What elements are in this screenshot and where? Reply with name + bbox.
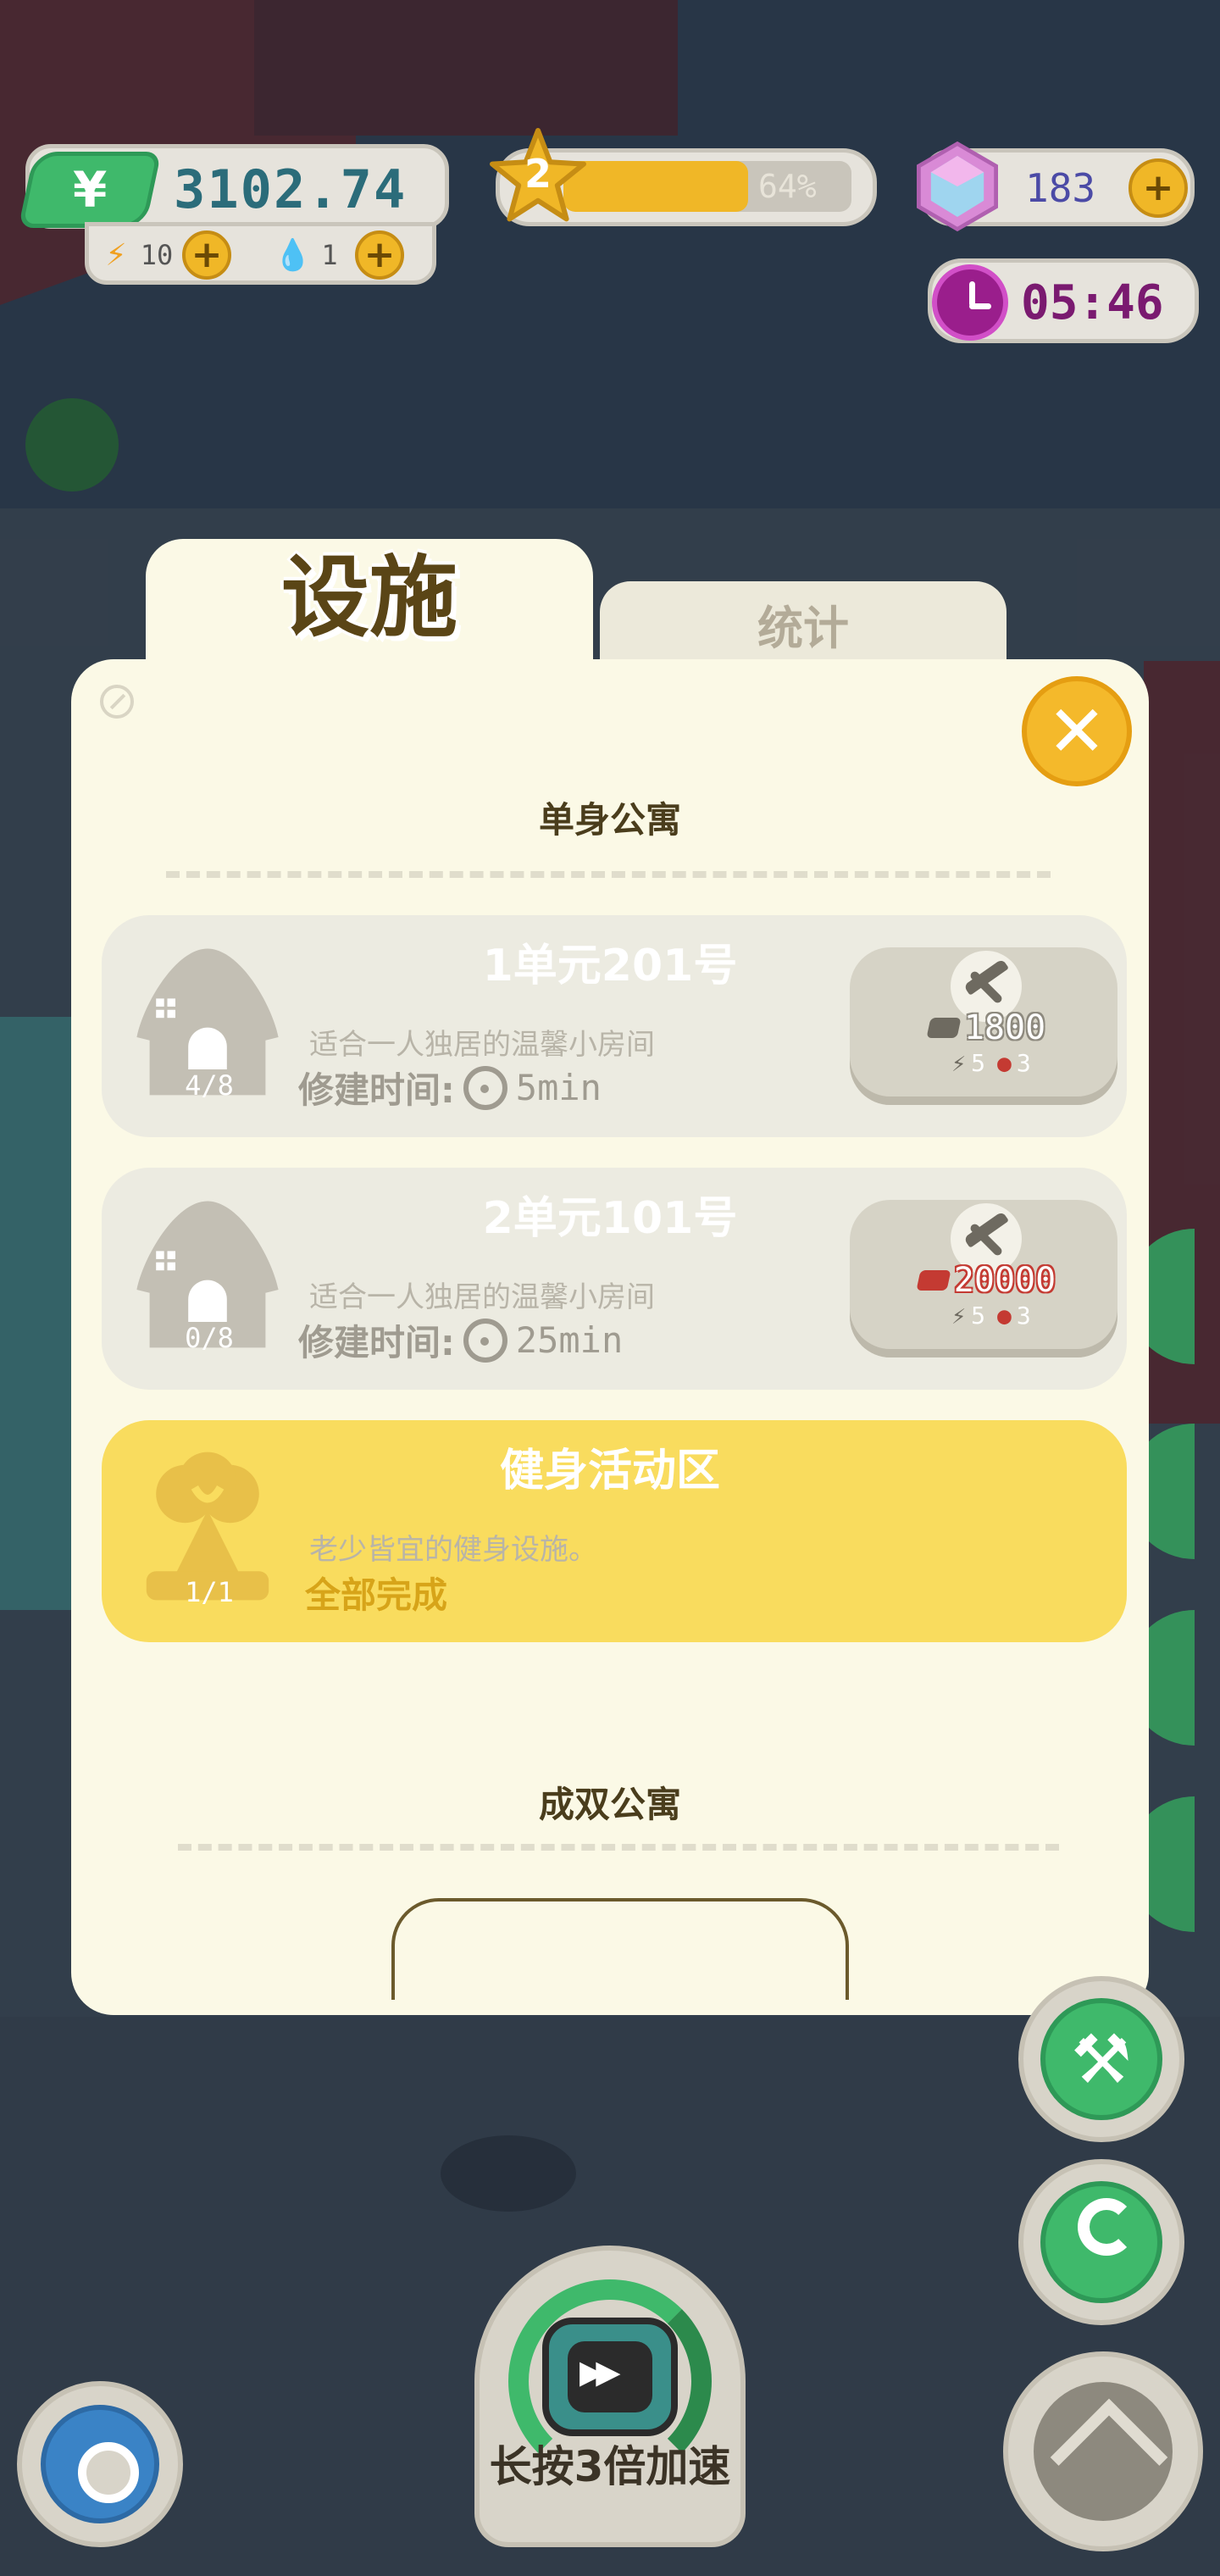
water-cost: 3 [1016, 1302, 1031, 1330]
house-count: 4/8 [185, 1069, 234, 1102]
timer-icon [463, 1318, 507, 1363]
build-cost-value: 1800 [963, 1008, 1046, 1047]
build-time: 修建时间: 25min [298, 1314, 623, 1366]
speed-up-label: 长按3倍加速 [489, 2442, 731, 2491]
card-description: 适合一人独居的温馨小房间 [309, 1280, 655, 1314]
gem-value: 183 [1025, 165, 1096, 211]
build-time-label: 修建时间: [298, 1322, 455, 1363]
build-cost: 20000 [915, 1261, 1059, 1300]
section-title: 成双公寓 [538, 1784, 681, 1825]
drop-icon: ● [997, 1049, 1012, 1077]
gem-icon [917, 141, 998, 232]
yuan-icon: ¥ [18, 152, 162, 228]
timer-value: 05:46 [1021, 275, 1164, 330]
close-button[interactable]: ✕ [1022, 676, 1132, 786]
bolt-icon: ⚡ [951, 1302, 967, 1330]
location-c-icon [1078, 2198, 1135, 2256]
clock-icon [932, 264, 1008, 341]
tab-facilities-label: 设施 [280, 545, 458, 649]
build-cost-value: 20000 [953, 1261, 1056, 1300]
card-title: 健身活动区 [499, 1446, 720, 1496]
coin-location-button[interactable] [1018, 2159, 1184, 2325]
build-cost: 1800 [915, 1008, 1059, 1047]
tab-statistics[interactable]: 统计 [600, 581, 1006, 666]
build-time: 修建时间: 5min [298, 1062, 602, 1113]
home-icon [1034, 2382, 1173, 2521]
close-icon: ✕ [1046, 690, 1107, 773]
energy-cost: 5 [971, 1302, 985, 1330]
settings-button[interactable] [17, 2381, 183, 2547]
build-time-value: 5min [515, 1067, 602, 1108]
add-energy-button[interactable]: + [182, 230, 231, 280]
energy-cost: 5 [971, 1049, 985, 1077]
card-description: 适合一人独居的温馨小房间 [309, 1028, 655, 1062]
energy-resource: ⚡ 10 + [101, 230, 231, 280]
section-title: 单身公寓 [538, 799, 681, 841]
gear-icon [41, 2405, 159, 2523]
energy-value: 10 [140, 239, 174, 271]
panel-corner-decoration [100, 685, 134, 719]
water-resource: 💧 1 + [274, 230, 404, 280]
cash-icon [916, 1270, 951, 1291]
tools-icon: ⚒ [1071, 2020, 1132, 2099]
next-card-frame [391, 1898, 849, 2000]
tools-button[interactable]: ⚒ [1018, 1976, 1184, 2142]
money-value: 3102.74 [174, 158, 408, 220]
house-count: 1/1 [185, 1576, 234, 1608]
level-progress-label: 64% [758, 168, 817, 205]
add-water-button[interactable]: + [355, 230, 404, 280]
build-resources: ⚡ 5 ● 3 [923, 1302, 1059, 1330]
completion-status: 全部完成 [305, 1574, 448, 1616]
bolt-icon: ⚡ [951, 1049, 967, 1077]
house-count: 0/8 [185, 1322, 234, 1354]
money-display: ¥ 3102.74 [18, 144, 449, 229]
home-button[interactable] [1003, 2351, 1203, 2551]
water-drop-icon: 💧 [274, 238, 312, 273]
build-time-label: 修建时间: [298, 1069, 455, 1111]
water-cost: 3 [1016, 1049, 1031, 1077]
water-value: 1 [321, 239, 338, 271]
add-gems-button[interactable]: + [1128, 158, 1188, 218]
bolt-icon: ⚡ [105, 237, 127, 273]
drop-icon: ● [997, 1302, 1012, 1330]
tv-fast-forward-icon [542, 2318, 678, 2436]
section-divider [178, 1844, 1059, 1851]
section-divider [166, 871, 1051, 878]
location-icon-bg [1040, 2181, 1162, 2303]
resource-bar: ⚡ 10 + 💧 1 + [85, 222, 436, 285]
card-title: 2单元101号 [482, 1193, 738, 1244]
level-number: 2 [524, 151, 552, 197]
card-description: 老少皆宜的健身设施。 [309, 1533, 597, 1567]
tools-icon-bg: ⚒ [1040, 1998, 1162, 2120]
timer-icon [463, 1065, 507, 1110]
build-resources: ⚡ 5 ● 3 [923, 1049, 1059, 1077]
card-title: 1单元201号 [482, 941, 738, 991]
level-progress-fill [563, 161, 748, 212]
cash-icon [926, 1018, 962, 1038]
build-time-value: 25min [515, 1319, 624, 1361]
